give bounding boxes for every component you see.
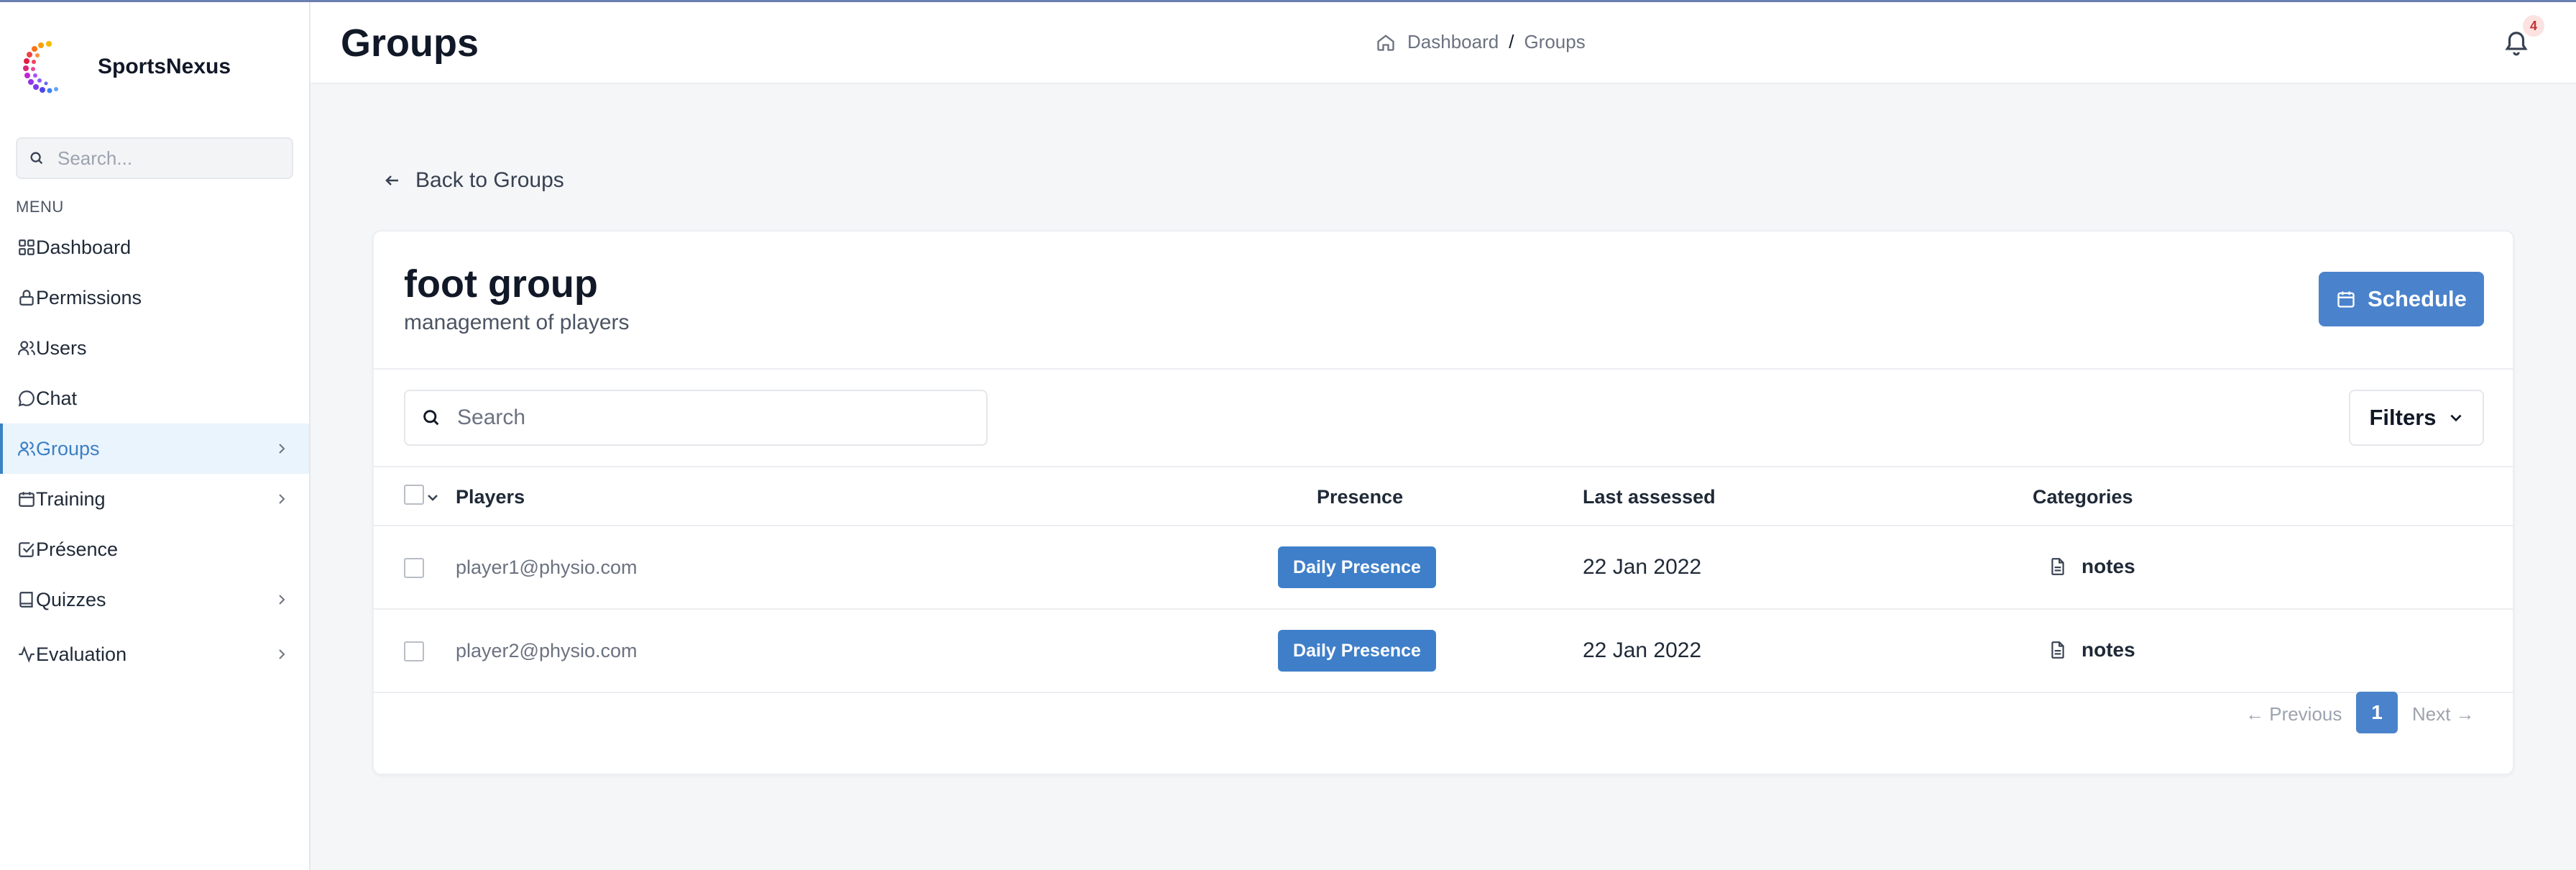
breadcrumb-current: Groups [1524,31,1586,52]
sidebar-item-evaluation[interactable]: Evaluation [0,629,309,679]
search-icon [423,410,439,426]
sidebar-item-label: Quizzes [36,588,106,610]
schedule-label: Schedule [2368,286,2467,311]
breadcrumb-separator: / [1509,31,1514,52]
app-logo-icon [23,41,58,93]
notes-link[interactable]: notes [2048,638,2135,661]
arrow-left-icon [385,175,398,186]
sidebar-item-permissions[interactable]: Permissions [0,273,309,323]
page-title: Groups [341,22,479,65]
notes-label: notes [2082,638,2135,661]
brand[interactable]: SportsNexus [20,38,231,96]
book-icon [19,592,33,608]
calendar-icon [2337,291,2355,308]
sidebar-item-chat[interactable]: Chat [0,373,309,423]
previous-page-button[interactable]: ← Previous [2245,703,2342,725]
filters-button[interactable]: Filters [2349,390,2484,446]
document-icon [2051,641,2064,659]
sidebar-search[interactable] [16,137,293,179]
row-checkbox[interactable] [404,641,424,661]
next-page-button[interactable]: Next → [2412,703,2475,725]
column-header-presence[interactable]: Presence [1317,486,1403,508]
chevron-down-icon [2450,414,2462,422]
notes-link[interactable]: notes [2048,555,2135,578]
top-header: Groups Dashboard / Groups 4 [310,2,2576,84]
sidebar-item-label: Permissions [36,286,142,308]
check-square-icon [19,542,34,557]
users-icon [18,341,35,355]
activity-icon [19,646,34,663]
calendar-icon [19,492,34,507]
daily-presence-button[interactable]: Daily Presence [1278,546,1436,588]
schedule-button[interactable]: Schedule [2319,272,2484,326]
table-header: Players Presence Last assessed Categorie… [374,467,2513,525]
chevron-down-icon[interactable] [426,490,440,505]
breadcrumb: Dashboard / Groups [1376,31,1586,53]
column-header-players[interactable]: Players [456,486,525,508]
sidebar-item-label: Dashboard [36,236,132,258]
search-icon [30,152,43,165]
users-icon [18,441,35,456]
chevron-right-icon [279,494,285,504]
sidebar: SportsNexus MENU Dashboard Permissions U… [0,2,310,870]
column-header-last-assessed[interactable]: Last assessed [1583,486,1716,508]
group-card: foot group management of players Schedul… [372,230,2514,775]
grid-icon [19,239,34,255]
sidebar-item-label: Users [36,336,87,359]
sidebar-item-label: Evaluation [36,643,127,665]
breadcrumb-dashboard-link[interactable]: Dashboard [1407,31,1499,53]
notes-label: notes [2082,555,2135,577]
daily-presence-button[interactable]: Daily Presence [1278,630,1436,672]
sidebar-item-presence[interactable]: Présence [0,524,309,574]
lock-icon [19,290,34,306]
sidebar-nav: Dashboard Permissions Users Chat Groups … [0,222,309,679]
page-number-button[interactable]: 1 [2356,692,2398,733]
menu-section-label: MENU [16,198,64,216]
sidebar-item-quizzes[interactable]: Quizzes [0,574,309,625]
group-name: foot group [404,262,598,306]
table-row: player1@physio.com Daily Presence 22 Jan… [374,526,2513,610]
sidebar-item-dashboard[interactable]: Dashboard [0,222,309,273]
group-description: management of players [404,311,630,334]
players-search-input[interactable] [457,406,960,430]
sidebar-item-groups[interactable]: Groups [0,423,309,474]
row-checkbox[interactable] [404,558,424,578]
chevron-right-icon [279,444,285,454]
select-all-checkbox[interactable] [404,485,424,505]
sidebar-item-training[interactable]: Training [0,474,309,524]
sidebar-item-label: Présence [36,538,119,560]
notification-badge: 4 [2523,15,2544,37]
table-row: player2@physio.com Daily Presence 22 Jan… [374,610,2513,693]
last-assessed-date: 22 Jan 2022 [1583,638,1702,662]
home-icon[interactable] [1376,32,1396,52]
chevron-right-icon [279,595,285,605]
document-icon [2051,558,2064,575]
pagination: ← Previous 1 Next → [374,692,2513,735]
sidebar-item-label: Training [36,487,106,510]
filters-label: Filters [2369,405,2437,430]
sidebar-search-input[interactable] [58,147,288,170]
players-search[interactable] [404,390,988,446]
back-label: Back to Groups [415,168,564,192]
chat-bubble-icon [18,390,34,407]
sidebar-item-users[interactable]: Users [0,323,309,373]
column-header-categories[interactable]: Categories [2033,486,2133,508]
divider [374,368,2513,370]
sidebar-item-label: Chat [36,387,78,409]
chevron-right-icon [279,649,285,659]
player-email[interactable]: player2@physio.com [456,640,638,662]
app-name: SportsNexus [98,55,231,78]
sidebar-item-label: Groups [36,437,100,459]
player-email[interactable]: player1@physio.com [456,557,638,579]
back-to-groups-link[interactable]: Back to Groups [384,168,564,193]
last-assessed-date: 22 Jan 2022 [1583,555,1702,579]
